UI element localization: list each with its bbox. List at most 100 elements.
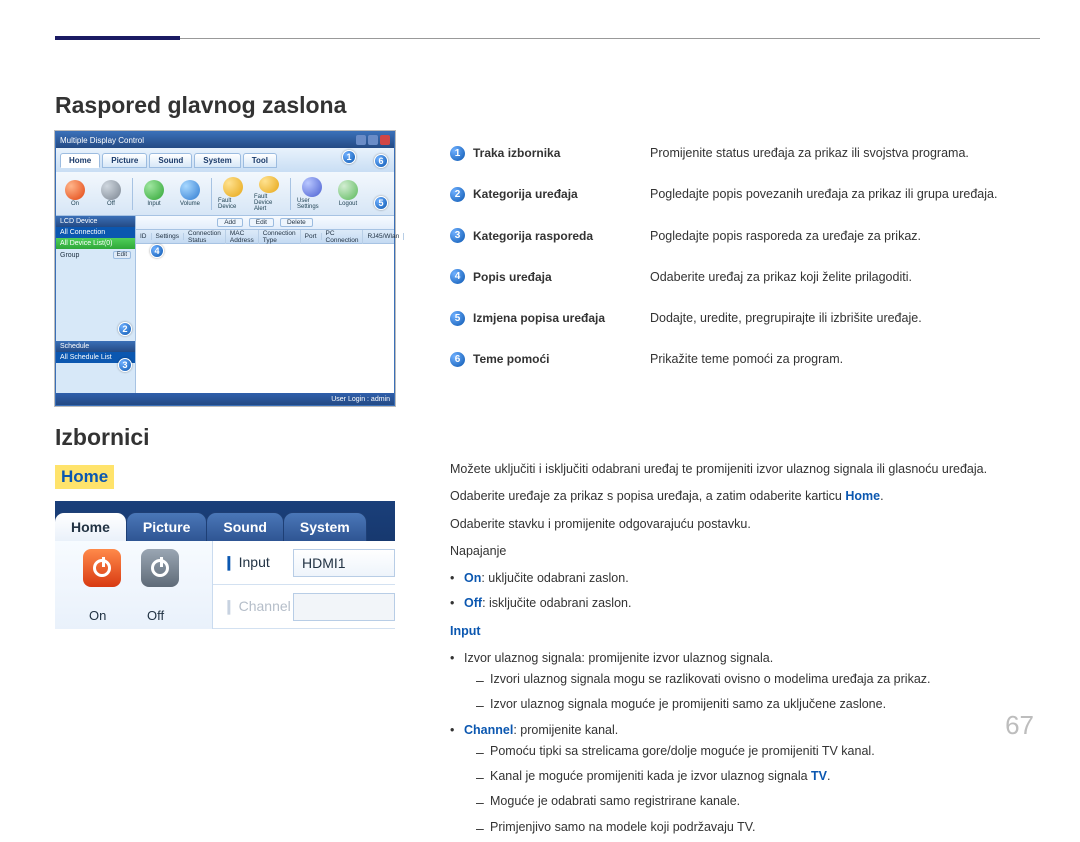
legend-key: Teme pomoći xyxy=(473,349,549,369)
hs-tab: System xyxy=(283,512,367,541)
legend-num: 3 xyxy=(450,228,465,243)
legend-row: 5 Izmjena popisa uređaja Dodajte, uredite… xyxy=(450,298,1040,339)
legend-desc: Odaberite uređaj za prikaz koji želite p… xyxy=(650,267,1040,288)
list-item: Izvor ulaznog signala moguće je promijen… xyxy=(490,694,1040,715)
channel-row: ❙ Channel xyxy=(213,585,395,629)
page-content: Raspored glavnog zaslona Multiple Displa… xyxy=(55,92,1040,842)
legend-row: 6 Teme pomoći Prikažite teme pomoći za pr… xyxy=(450,339,1040,380)
legend-num: 6 xyxy=(450,352,465,367)
power-on-icon xyxy=(83,549,121,587)
para: Odaberite stavku i promijenite odgovaraj… xyxy=(450,514,1040,535)
column-headers: ID Settings Connection Status MAC Addres… xyxy=(136,230,394,244)
bullet-list: Izvor ulaznog signala: promijenite izvor… xyxy=(450,648,1040,838)
min-icon xyxy=(356,135,366,145)
list-item: Primjenjivo samo na modele koji podržava… xyxy=(490,817,1040,838)
list-item: Pomoću tipki sa strelicama gore/dolje mo… xyxy=(490,741,1040,762)
toolbar-volume: Volume xyxy=(175,176,205,212)
heading-menus: Izbornici xyxy=(55,424,1040,451)
callout-6: 6 xyxy=(374,154,388,168)
callout-4: 4 xyxy=(150,244,164,258)
legend-row: 3 Kategorija rasporeda Pogledajte popis r… xyxy=(450,216,1040,257)
toolbar-user: User Settings xyxy=(297,176,327,212)
hs-tab: Sound xyxy=(206,512,284,541)
close-icon xyxy=(380,135,390,145)
toolbar-input: Input xyxy=(139,176,169,212)
callout-2: 2 xyxy=(118,322,132,336)
legend-key: Kategorija rasporeda xyxy=(473,226,593,246)
hs-tab: Home xyxy=(55,512,127,541)
home-screenshot: Home Picture Sound System On Off ❙ Input xyxy=(55,501,395,629)
list-item: Kanal je moguće promijeniti kada je izvo… xyxy=(490,766,1040,787)
lp-row: All Connection xyxy=(56,227,135,238)
input-dropdown: HDMI1 xyxy=(293,549,395,577)
toolbar-logout: Logout xyxy=(333,176,363,212)
power-panel: On Off xyxy=(55,541,213,629)
lp-section: All Device List(0) xyxy=(56,238,135,249)
lp-section: LCD Device xyxy=(56,216,135,227)
callout-3: 3 xyxy=(118,358,132,372)
legend-desc: Pogledajte popis rasporeda za uređaje za… xyxy=(650,226,1040,247)
legend-desc: Prikažite teme pomoći za program. xyxy=(650,349,1040,370)
heading-home: Home xyxy=(55,465,114,489)
para: Možete uključiti i isključiti odabrani u… xyxy=(450,459,1040,480)
power-on-label: On xyxy=(89,608,106,623)
main-pane: ID Settings Connection Status MAC Addres… xyxy=(136,216,394,393)
legend-desc: Pogledajte popis povezanih uređaja za pr… xyxy=(650,184,1040,205)
para: Odaberite uređaje za prikaz s popisa ure… xyxy=(450,486,1040,507)
edit-add: Add xyxy=(217,218,243,227)
list-item: On: uključite odabrani zaslon. xyxy=(464,568,1040,589)
legend-key: Kategorija uređaja xyxy=(473,184,578,204)
toolbar: On Off Input Volume Fault Device Fault D… xyxy=(56,172,394,216)
legend-row: 2 Kategorija uređaja Pogledajte popis pov… xyxy=(450,174,1040,215)
window-buttons xyxy=(356,135,390,145)
toolbar-fault-alert: Fault Device Alert xyxy=(254,176,284,212)
toolbar-on: On xyxy=(60,176,90,212)
legend-desc: Dodajte, uredite, pregrupirajte ili izbr… xyxy=(650,308,1040,329)
header-rule xyxy=(55,38,1040,39)
legend-key: Izmjena popisa uređaja xyxy=(473,308,605,328)
callout-1: 1 xyxy=(342,150,356,164)
input-heading: Input xyxy=(450,621,1040,642)
legend-key: Popis uređaja xyxy=(473,267,552,287)
toolbar-fault: Fault Device xyxy=(218,176,248,212)
menu-tab: Picture xyxy=(102,153,147,168)
channel-dropdown xyxy=(293,593,395,621)
toolbar-off: Off xyxy=(96,176,126,212)
legend-row: 4Popis uređaja Odaberite uređaj za prika… xyxy=(450,257,1040,298)
callout-5: 5 xyxy=(374,196,388,210)
hs-tab: Picture xyxy=(126,512,207,541)
list-item: Izvori ulaznog signala mogu se razlikova… xyxy=(490,669,1040,690)
menu-tab: Sound xyxy=(149,153,192,168)
lp-edit-btn: Edit xyxy=(113,251,131,259)
legend-num: 5 xyxy=(450,311,465,326)
menu-tab: Home xyxy=(60,153,100,168)
power-off-icon xyxy=(141,549,179,587)
list-item: Moguće je odabrati samo registrirane kan… xyxy=(490,791,1040,812)
legend-table: 1Traka izbornika Promijenite status uređ… xyxy=(450,133,1040,381)
list-item: Channel: promijenite kanal. Pomoću tipki… xyxy=(464,720,1040,838)
edit-delete: Delete xyxy=(280,218,313,227)
menu-tab: Tool xyxy=(243,153,277,168)
power-off-label: Off xyxy=(147,608,164,623)
header-rule-accent xyxy=(55,36,180,40)
status-bar: User Login : admin xyxy=(56,393,394,405)
input-row: ❙ Input HDMI1 xyxy=(213,541,395,585)
edit-bar: Add Edit Delete xyxy=(136,216,394,230)
lp-section: Schedule xyxy=(56,341,135,352)
legend-desc: Promijenite status uređaja za prikaz ili… xyxy=(650,143,1040,164)
menu-tab: System xyxy=(194,153,240,168)
max-icon xyxy=(368,135,378,145)
list-item: Izvor ulaznog signala: promijenite izvor… xyxy=(464,648,1040,716)
app-window-screenshot: Multiple Display Control Home Picture So… xyxy=(55,131,395,406)
bullet-list: On: uključite odabrani zaslon. Off: iskl… xyxy=(450,568,1040,615)
lp-group: Group Edit xyxy=(56,249,135,261)
legend-key: Traka izbornika xyxy=(473,143,560,163)
titlebar: Multiple Display Control xyxy=(56,132,394,148)
edit-edit: Edit xyxy=(249,218,274,227)
legend-row: 1Traka izbornika Promijenite status uređ… xyxy=(450,133,1040,174)
page-number: 67 xyxy=(1005,710,1034,741)
legend-num: 2 xyxy=(450,187,465,202)
hs-tabs: Home Picture Sound System xyxy=(55,507,395,541)
list-item: Off: isključite odabrani zaslon. xyxy=(464,593,1040,614)
titlebar-text: Multiple Display Control xyxy=(60,136,144,145)
